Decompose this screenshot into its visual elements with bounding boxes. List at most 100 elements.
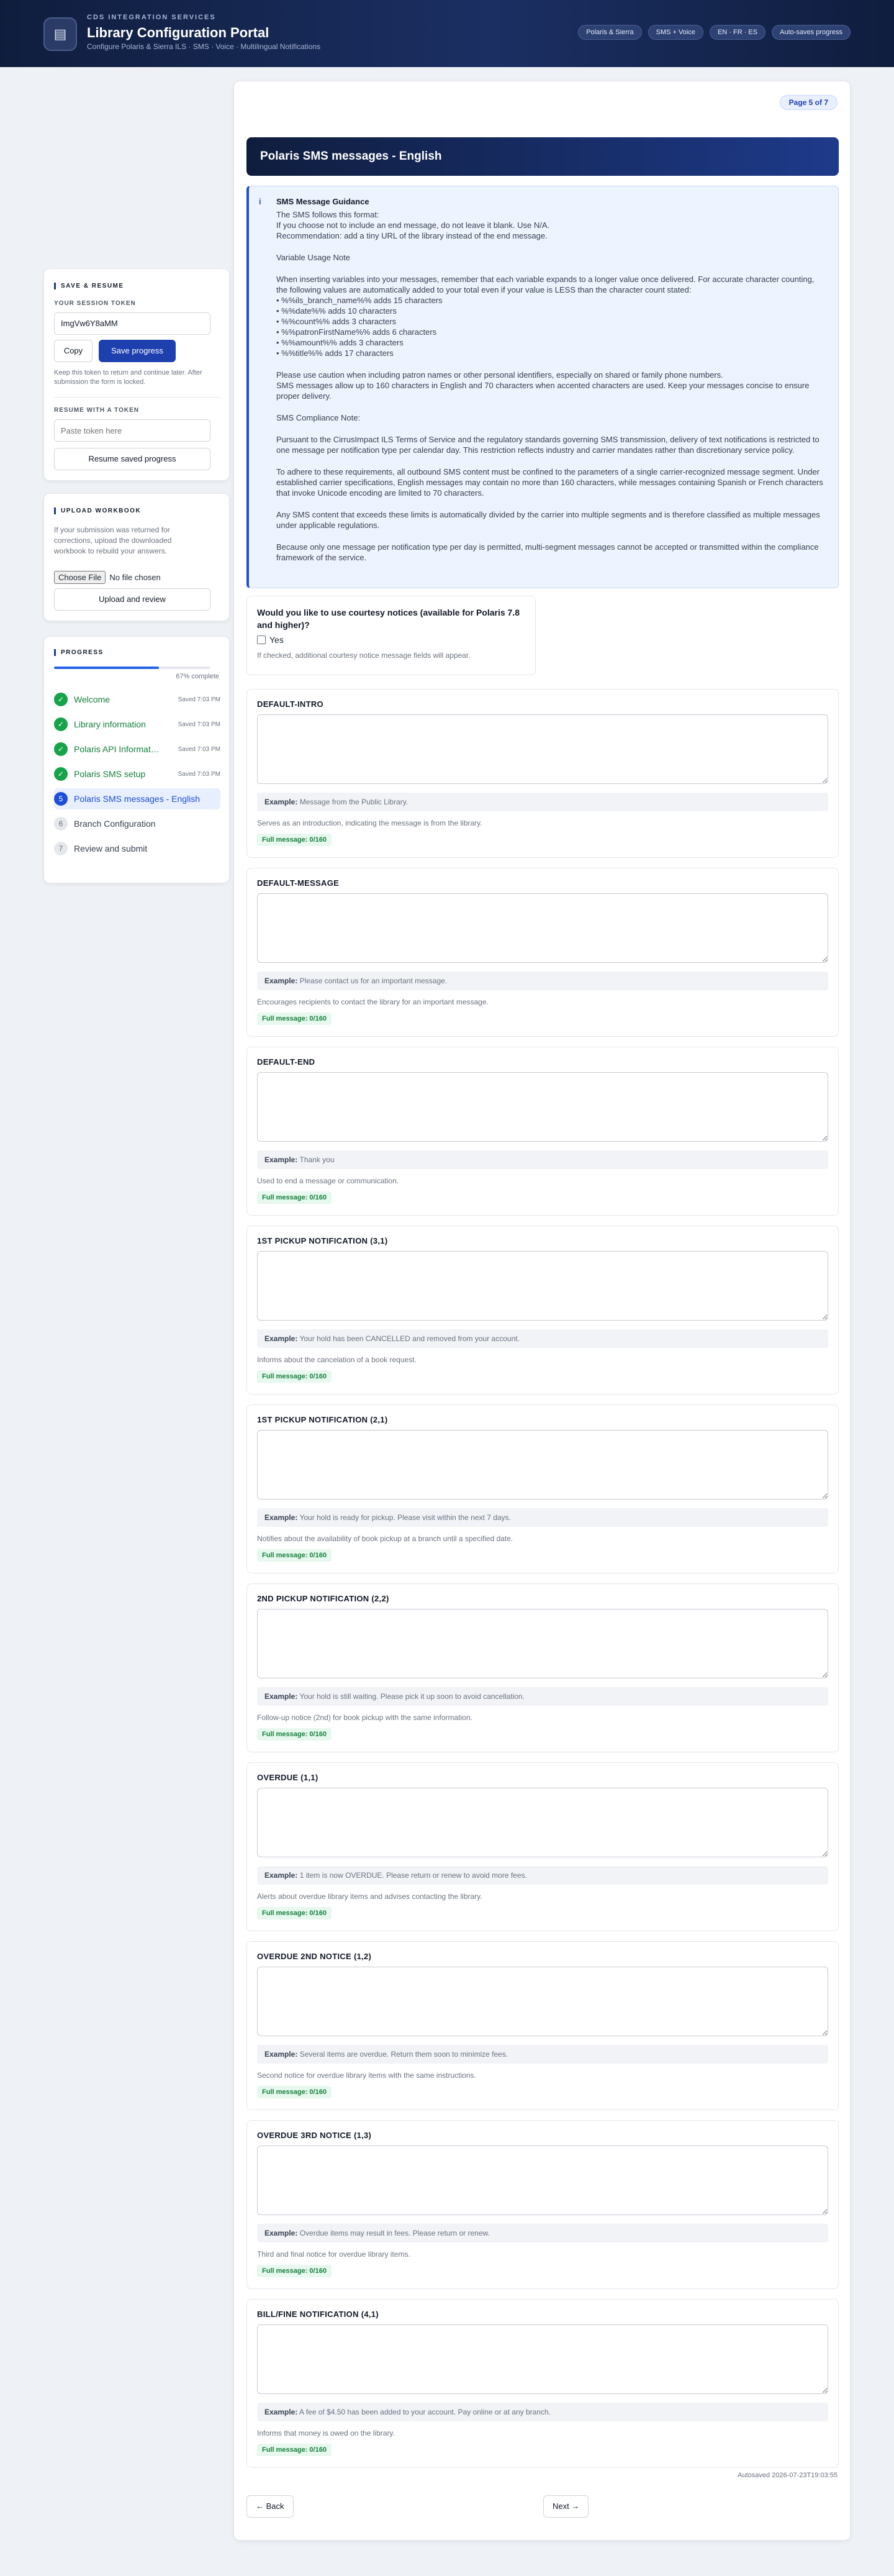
app-header: ▤ CDS INTEGRATION SERVICES Library Confi… [0, 0, 894, 67]
message-title: OVERDUE 3RD NOTICE (1,3) [257, 2131, 372, 2140]
message-title: DEFAULT-INTRO [257, 699, 323, 709]
upload-review-button[interactable]: Upload and review [54, 588, 210, 611]
message-textarea[interactable] [257, 2146, 828, 2215]
guidance-line: SMS messages allow up to 160 characters … [276, 381, 810, 401]
message-card: OVERDUE (1,1) Example: 1 item is now OVER… [246, 1762, 839, 1931]
step-number-icon: ✓ [54, 693, 68, 706]
message-title: 2ND PICKUP NOTIFICATION (2,2) [257, 1594, 389, 1603]
compliance-text-3: Any SMS content that exceeds these limit… [276, 510, 820, 530]
next-button[interactable]: Next → [543, 2495, 589, 2518]
message-title: OVERDUE 2ND NOTICE (1,2) [257, 1952, 372, 1961]
guidance-format: The SMS follows this format: If you choo… [276, 209, 824, 241]
progress-step[interactable]: 5 Polaris SMS messages - English [54, 788, 220, 809]
message-example: Example: Thank you [257, 1150, 828, 1169]
example-label: Example: [264, 2229, 298, 2237]
progress-step[interactable]: ✓ Welcome Saved 7:03 PM [54, 689, 220, 710]
message-description: Follow-up notice (2nd) for book pickup w… [257, 1713, 472, 1722]
back-button[interactable]: ← Back [246, 2495, 294, 2518]
example-label: Example: [264, 1155, 298, 1164]
message-example: Example: Your hold is ready for pickup. … [257, 1508, 828, 1527]
character-count-badge: Full message: 0/160 [257, 1549, 332, 1562]
example-text: 1 item is now OVERDUE. Please return or … [299, 1871, 527, 1880]
variable-item: • %%amount%% adds 3 characters [276, 338, 404, 347]
courtesy-checkbox[interactable] [257, 635, 266, 644]
token-label: YOUR SESSION TOKEN [54, 300, 136, 307]
message-title: 1ST PICKUP NOTIFICATION (2,1) [257, 1415, 388, 1424]
message-title: OVERDUE (1,1) [257, 1773, 318, 1782]
upload-heading: UPLOAD WORKBOOK [54, 507, 141, 514]
character-count-badge: Full message: 0/160 [257, 2444, 332, 2456]
guidance-line: If you choose not to include an end mess… [276, 221, 550, 230]
guidance-title: SMS Message Guidance [276, 197, 369, 206]
save-progress-button[interactable]: Save progress [99, 340, 176, 362]
character-count-badge: Full message: 0/160 [257, 834, 332, 846]
character-count-badge: Full message: 0/160 [257, 1191, 332, 1204]
app-title: Library Configuration Portal [87, 25, 269, 40]
message-description: Alerts about overdue library items and a… [257, 1892, 482, 1901]
resume-progress-button[interactable]: Resume saved progress [54, 448, 210, 470]
example-label: Example: [264, 798, 298, 806]
message-description: Third and final notice for overdue libra… [257, 2250, 410, 2259]
message-card: OVERDUE 2ND NOTICE (1,2) Example: Several… [246, 1941, 839, 2110]
variable-item: • %%date%% adds 10 characters [276, 306, 397, 316]
resume-token-input[interactable] [54, 419, 210, 442]
message-textarea[interactable] [257, 1788, 828, 1857]
message-textarea[interactable] [257, 1251, 828, 1321]
chip-ils: Polaris & Sierra [578, 25, 642, 40]
message-textarea[interactable] [257, 893, 828, 963]
upload-workbook-card: UPLOAD WORKBOOK If your submission was r… [43, 493, 230, 621]
progress-card: PROGRESS 67% complete ✓ Welcome Saved 7:03… [43, 636, 230, 883]
message-title: 1ST PICKUP NOTIFICATION (3,1) [257, 1236, 388, 1245]
save-resume-heading: SAVE & RESUME [54, 283, 124, 289]
step-name: Welcome [74, 694, 111, 704]
message-description: Informs that money is owed on the librar… [257, 2429, 395, 2437]
message-title: DEFAULT-MESSAGE [257, 878, 340, 888]
character-count-badge: Full message: 0/160 [257, 1728, 332, 1741]
message-card: OVERDUE 3RD NOTICE (1,3) Example: Overdue… [246, 2120, 839, 2289]
courtesy-question: Would you like to use courtesy notices (… [257, 608, 520, 630]
compliance-text-4: Because only one message per notificatio… [276, 542, 819, 562]
message-description: Encourages recipients to contact the lib… [257, 998, 489, 1006]
no-file-text: No file chosen [109, 573, 161, 582]
message-textarea[interactable] [257, 1072, 828, 1142]
choose-file-button[interactable]: Choose File [54, 571, 106, 584]
progress-step[interactable]: 7 Review and submit [54, 838, 220, 859]
progress-step[interactable]: ✓ Polaris API Information Saved 7:03 PM [54, 739, 220, 760]
message-example: Example: Your hold has been CANCELLED an… [257, 1329, 828, 1348]
progress-step[interactable]: 6 Branch Configuration [54, 813, 220, 834]
character-count-badge: Full message: 0/160 [257, 2265, 332, 2277]
progress-percent: 67% complete [176, 673, 219, 680]
header-eyebrow: CDS INTEGRATION SERVICES [87, 14, 216, 21]
copy-token-button[interactable]: Copy [54, 340, 93, 362]
example-label: Example: [264, 1334, 298, 1343]
message-example: Example: Message from the Public Library… [257, 793, 828, 811]
caution-text: Please use caution when including patron… [276, 370, 824, 401]
message-title: DEFAULT-END [257, 1057, 315, 1067]
compliance-text-2: To adhere to these requirements, all out… [276, 467, 823, 498]
courtesy-yes-option[interactable]: Yes [257, 635, 525, 645]
save-resume-card: SAVE & RESUME YOUR SESSION TOKEN ImgVw6Y… [43, 268, 230, 481]
step-saved-time: Saved 7:03 PM [178, 745, 220, 753]
file-picker: Choose File No file chosen [54, 571, 161, 584]
progress-step[interactable]: ✓ Polaris SMS setup Saved 7:03 PM [54, 763, 220, 785]
message-textarea[interactable] [257, 1609, 828, 1678]
session-token-field[interactable]: ImgVw6Y8aMM [54, 312, 210, 335]
step-name: Branch Configuration [74, 819, 156, 829]
message-description: Serves as an introduction, indicating th… [257, 819, 482, 827]
message-textarea[interactable] [257, 2324, 828, 2394]
variable-item: • %%title%% adds 17 characters [276, 348, 394, 358]
step-number-icon: ✓ [54, 767, 68, 781]
message-example: Example: Several items are overdue. Retu… [257, 2045, 828, 2064]
message-textarea[interactable] [257, 714, 828, 784]
step-saved-time: Saved 7:03 PM [178, 696, 220, 703]
chip-autosave: Auto-saves progress [772, 25, 851, 40]
message-textarea[interactable] [257, 1430, 828, 1500]
progress-step[interactable]: ✓ Library information Saved 7:03 PM [54, 714, 220, 735]
example-text: Thank you [299, 1155, 335, 1164]
upload-note: If your submission was returned for corr… [54, 526, 172, 555]
variable-usage-text: When inserting variables into your messa… [276, 274, 824, 358]
character-count-badge: Full message: 0/160 [257, 1013, 332, 1025]
step-number-icon: ✓ [54, 717, 68, 731]
message-textarea[interactable] [257, 1967, 828, 2036]
character-count-badge: Full message: 0/160 [257, 1907, 332, 1919]
